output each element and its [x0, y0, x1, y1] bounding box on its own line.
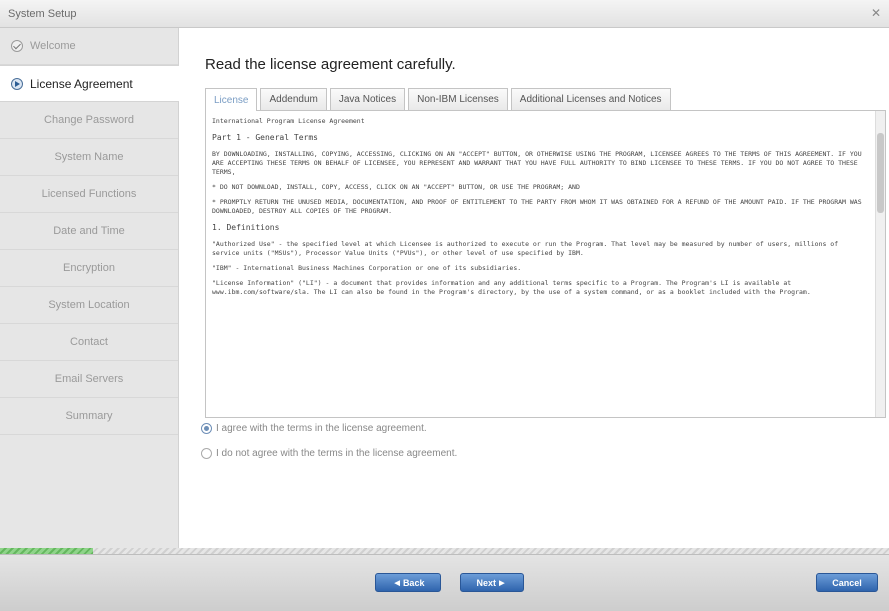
- license-paragraph: * DO NOT DOWNLOAD, INSTALL, COPY, ACCESS…: [212, 183, 580, 191]
- arrow-right-icon: ▶: [499, 579, 505, 587]
- sidebar-item-label: Summary: [65, 410, 113, 422]
- disagree-option[interactable]: I do not agree with the terms in the lic…: [201, 448, 457, 459]
- sidebar-item-label: Licensed Functions: [41, 188, 137, 200]
- agree-label: I agree with the terms in the license ag…: [216, 423, 427, 434]
- wizard-step-sidebar: Welcome License Agreement Change Passwor…: [0, 28, 179, 548]
- sidebar-item-license-agreement[interactable]: License Agreement: [0, 65, 179, 102]
- license-paragraph: * PROMPTLY RETURN THE UNUSED MEDIA, DOCU…: [212, 198, 862, 215]
- sidebar-item-label: Welcome: [30, 40, 76, 52]
- sidebar-item-encryption[interactable]: Encryption: [0, 250, 178, 287]
- license-paragraph: Part 1 - General Terms: [212, 133, 318, 142]
- license-paragraph: "IBM" - International Business Machines …: [212, 264, 522, 272]
- page-title: Read the license agreement carefully.: [205, 56, 456, 73]
- arrow-left-icon: ◀: [394, 579, 400, 587]
- license-text-panel[interactable]: International Program License Agreement …: [205, 110, 886, 418]
- agree-option[interactable]: I agree with the terms in the license ag…: [201, 423, 427, 434]
- sidebar-item-label: Contact: [70, 336, 108, 348]
- disagree-label: I do not agree with the terms in the lic…: [216, 448, 458, 459]
- agree-radio[interactable]: [201, 423, 212, 434]
- sidebar-item-label: System Name: [54, 151, 124, 163]
- sidebar-item-summary[interactable]: Summary: [0, 398, 178, 435]
- scrollbar-thumb[interactable]: [877, 133, 884, 213]
- main-panel: Read the license agreement carefully. Li…: [179, 28, 889, 548]
- tab-java-notices[interactable]: Java Notices: [329, 88, 406, 110]
- sidebar-item-label: Change Password: [44, 114, 134, 126]
- cancel-button[interactable]: Cancel: [816, 573, 878, 592]
- sidebar-item-label: Date and Time: [53, 225, 125, 237]
- license-scrollbar[interactable]: [875, 111, 885, 417]
- check-circle-icon: [11, 40, 23, 52]
- license-paragraph: "Authorized Use" - the specified level a…: [212, 240, 839, 257]
- license-paragraph: "License Information" ("LI") - a documen…: [212, 279, 811, 296]
- disagree-radio[interactable]: [201, 448, 212, 459]
- window-title: System Setup: [8, 8, 77, 20]
- back-button-label: Back: [402, 577, 425, 588]
- sidebar-item-system-name[interactable]: System Name: [0, 139, 178, 176]
- sidebar-item-licensed-functions[interactable]: Licensed Functions: [0, 176, 178, 213]
- sidebar-item-label: Email Servers: [54, 373, 124, 385]
- tab-license[interactable]: License: [205, 88, 258, 111]
- sidebar-item-contact[interactable]: Contact: [0, 324, 178, 361]
- title-bar: System Setup ✕: [0, 0, 889, 28]
- sidebar-item-email-servers[interactable]: Email Servers: [0, 361, 178, 398]
- back-button[interactable]: ◀ Back: [375, 573, 441, 592]
- close-icon[interactable]: ✕: [871, 6, 881, 20]
- sidebar-item-change-password[interactable]: Change Password: [0, 102, 178, 139]
- arrow-circle-icon: [11, 77, 23, 90]
- sidebar-item-date-and-time[interactable]: Date and Time: [0, 213, 178, 250]
- license-text: International Program License Agreement …: [206, 111, 875, 417]
- footer-bar: ◀ Back Next ▶ Cancel: [0, 554, 889, 611]
- sidebar-item-label: System Location: [48, 299, 130, 311]
- sidebar-item-welcome[interactable]: Welcome: [0, 28, 178, 65]
- license-paragraph: BY DOWNLOADING, INSTALLING, COPYING, ACC…: [212, 150, 862, 176]
- sidebar-item-label: Encryption: [63, 262, 115, 274]
- tab-non-ibm-licenses[interactable]: Non-IBM Licenses: [408, 88, 508, 110]
- sidebar-item-system-location[interactable]: System Location: [0, 287, 178, 324]
- cancel-button-label: Cancel: [832, 577, 862, 588]
- tab-addendum[interactable]: Addendum: [260, 88, 327, 110]
- next-button-label: Next: [476, 577, 497, 588]
- license-tabs: License Addendum Java Notices Non-IBM Li…: [205, 88, 674, 111]
- sidebar-item-label: License Agreement: [30, 76, 133, 91]
- next-button[interactable]: Next ▶: [460, 573, 524, 592]
- license-paragraph: International Program License Agreement: [212, 117, 365, 125]
- license-paragraph: 1. Definitions: [212, 223, 280, 232]
- tab-additional-licenses[interactable]: Additional Licenses and Notices: [510, 88, 671, 110]
